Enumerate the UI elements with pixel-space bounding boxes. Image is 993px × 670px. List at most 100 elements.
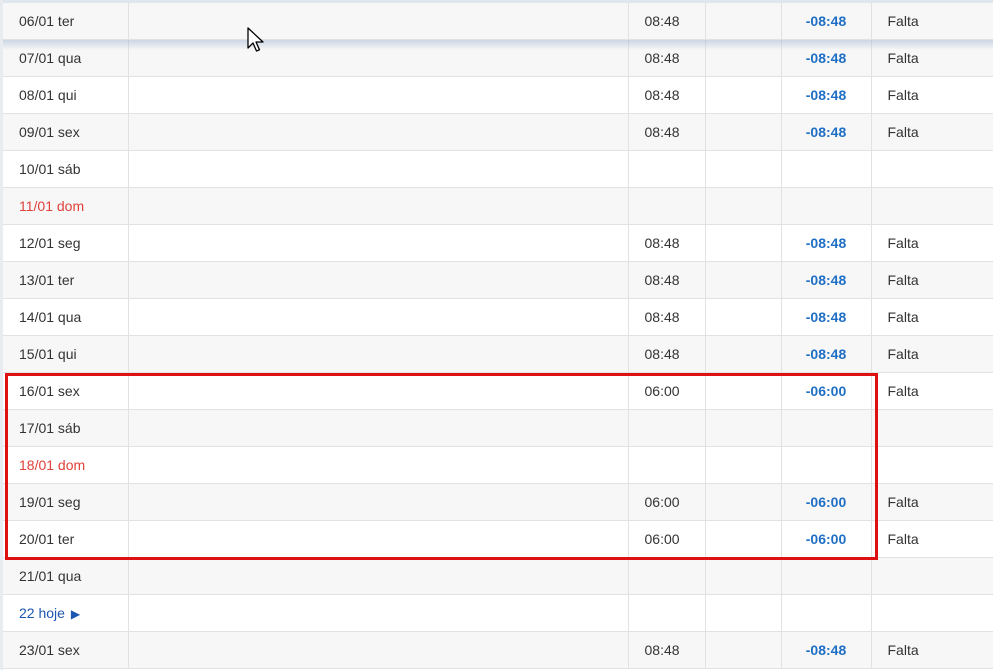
date-cell: 08/01 qui	[3, 76, 129, 114]
status-cell: Falta	[871, 335, 993, 373]
date-cell: 06/01 ter	[3, 3, 129, 40]
expected-hours-cell: 08:48	[628, 631, 706, 669]
date-label: 21/01 qua	[19, 568, 82, 584]
table-row[interactable]: 11/01 dom	[3, 187, 993, 225]
status-cell	[871, 557, 993, 595]
date-label[interactable]: 22 hoje	[19, 605, 65, 621]
punch-marks-cell	[128, 520, 629, 558]
status-cell: Falta	[871, 520, 993, 558]
status-cell: Falta	[871, 261, 993, 299]
table-row[interactable]: 15/01 qui 08:48 -08:48 Falta	[3, 335, 993, 373]
punch-marks-cell	[128, 3, 629, 40]
date-cell: 18/01 dom	[3, 446, 129, 484]
table-row[interactable]: 06/01 ter 08:48 -08:48 Falta	[3, 3, 993, 40]
punch-marks-cell	[128, 39, 629, 77]
status-cell	[871, 409, 993, 447]
status-cell: Falta	[871, 631, 993, 669]
worked-hours-cell	[705, 335, 782, 373]
worked-hours-cell	[705, 409, 782, 447]
table-row[interactable]: 12/01 seg 08:48 -08:48 Falta	[3, 224, 993, 262]
timesheet-screen: 06/01 ter 08:48 -08:48 Falta 07/01 qua 08:48-…	[0, 0, 993, 670]
expected-hours-cell: 08:48	[628, 76, 706, 114]
expected-hours-cell: 06:00	[628, 483, 706, 521]
worked-hours-cell	[705, 3, 782, 40]
table-row[interactable]: 13/01 ter 08:48 -08:48 Falta	[3, 261, 993, 299]
balance-cell: -08:48	[781, 335, 872, 373]
worked-hours-cell	[705, 557, 782, 595]
date-label: 12/01 seg	[19, 235, 81, 251]
date-cell: 10/01 sáb	[3, 150, 129, 188]
worked-hours-cell	[705, 446, 782, 484]
balance-cell: -08:48	[781, 224, 872, 262]
expected-hours-cell: 06:00	[628, 372, 706, 410]
status-cell: Falta	[871, 483, 993, 521]
date-label: 16/01 sex	[19, 383, 80, 399]
table-row[interactable]: 18/01 dom	[3, 446, 993, 484]
punch-marks-cell	[128, 150, 629, 188]
timesheet-body: 06/01 ter 08:48 -08:48 Falta 07/01 qua 08:48-…	[3, 3, 993, 669]
worked-hours-cell	[705, 224, 782, 262]
status-cell: Falta	[871, 39, 993, 77]
worked-hours-cell	[705, 113, 782, 151]
date-label: 08/01 qui	[19, 87, 77, 103]
punch-marks-cell	[128, 557, 629, 595]
date-cell: 15/01 qui	[3, 335, 129, 373]
table-row[interactable]: 10/01 sáb	[3, 150, 993, 188]
expected-hours-cell	[628, 594, 706, 632]
table-row[interactable]: 22 hoje ▶	[3, 594, 993, 632]
table-row[interactable]: 09/01 sex 08:48 -08:48 Falta	[3, 113, 993, 151]
date-cell: 11/01 dom	[3, 187, 129, 225]
date-cell: 17/01 sáb	[3, 409, 129, 447]
table-row[interactable]: 16/01 sex 06:00 -06:00 Falta	[3, 372, 993, 410]
expected-hours-cell	[628, 557, 706, 595]
punch-marks-cell	[128, 224, 629, 262]
date-cell: 20/01 ter	[3, 520, 129, 558]
status-cell: Falta	[871, 113, 993, 151]
expected-hours-cell: 06:00	[628, 520, 706, 558]
table-row[interactable]: 20/01 ter 06:00 -06:00 Falta	[3, 520, 993, 558]
balance-cell: -06:00	[781, 372, 872, 410]
table-row[interactable]: 07/01 qua 08:48 -08:48 Falta	[3, 39, 993, 77]
play-arrow-icon[interactable]: ▶	[71, 607, 80, 621]
expected-hours-cell	[628, 187, 706, 225]
table-row[interactable]: 23/01 sex 08:48 -08:48 Falta	[3, 631, 993, 669]
status-cell	[871, 594, 993, 632]
punch-marks-cell	[128, 261, 629, 299]
date-cell: 07/01 qua	[3, 39, 129, 77]
date-cell: 21/01 qua	[3, 557, 129, 595]
worked-hours-cell	[705, 298, 782, 336]
balance-cell: -06:00	[781, 483, 872, 521]
table-row[interactable]: 17/01 sáb	[3, 409, 993, 447]
balance-cell: -08:48	[781, 113, 872, 151]
date-cell: 19/01 seg	[3, 483, 129, 521]
worked-hours-cell	[705, 631, 782, 669]
status-cell: Falta	[871, 372, 993, 410]
punch-marks-cell	[128, 483, 629, 521]
table-row[interactable]: 08/01 qui 08:48 -08:48 Falta	[3, 76, 993, 114]
worked-hours-cell	[705, 483, 782, 521]
status-cell	[871, 187, 993, 225]
balance-cell	[781, 446, 872, 484]
date-cell: 12/01 seg	[3, 224, 129, 262]
balance-cell: -08:48	[781, 3, 872, 40]
table-row[interactable]: 14/01 qua 08:48 -08:48 Falta	[3, 298, 993, 336]
balance-cell	[781, 594, 872, 632]
punch-marks-cell	[128, 76, 629, 114]
balance-cell: -08:48	[781, 39, 872, 77]
expected-hours-cell: 08:48	[628, 39, 706, 77]
balance-cell	[781, 557, 872, 595]
date-label: 19/01 seg	[19, 494, 81, 510]
status-cell	[871, 446, 993, 484]
punch-marks-cell	[128, 631, 629, 669]
worked-hours-cell	[705, 39, 782, 77]
table-row[interactable]: 19/01 seg 06:00 -06:00 Falta	[3, 483, 993, 521]
expected-hours-cell	[628, 409, 706, 447]
expected-hours-cell: 08:48	[628, 224, 706, 262]
expected-hours-cell: 08:48	[628, 3, 706, 40]
expected-hours-cell	[628, 150, 706, 188]
table-row[interactable]: 21/01 qua	[3, 557, 993, 595]
date-label: 17/01 sáb	[19, 420, 81, 436]
punch-marks-cell	[128, 113, 629, 151]
date-cell: 23/01 sex	[3, 631, 129, 669]
balance-cell	[781, 150, 872, 188]
